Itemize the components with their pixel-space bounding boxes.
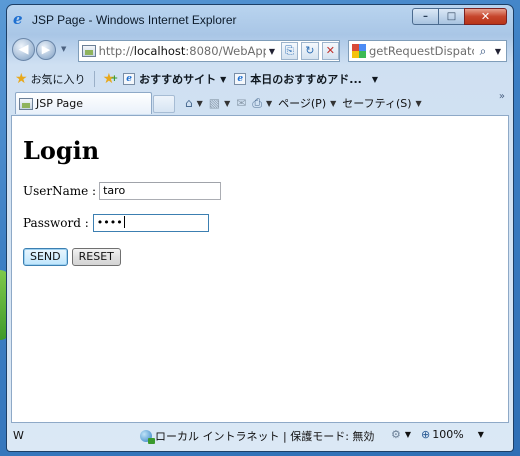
favorites-label: お気に入り xyxy=(30,73,86,86)
ie-page-icon: e xyxy=(234,73,247,85)
chevron-down-icon: ▼ xyxy=(220,74,227,84)
intranet-globe-icon xyxy=(140,430,155,444)
read-mail-button[interactable]: ✉ xyxy=(236,96,246,110)
title-bar[interactable]: e JSP Page - Windows Internet Explorer –… xyxy=(7,5,513,33)
security-zone[interactable]: ローカル イントラネット | 保護モード: 無効 xyxy=(140,428,374,444)
chevron-down-icon: ▼ xyxy=(477,430,484,439)
safety-menu-label: セーフティ(S) xyxy=(342,97,412,110)
chevron-down-icon: ▼ xyxy=(330,98,337,108)
search-icon[interactable]: ⌕ xyxy=(474,44,492,59)
password-mask: •••• xyxy=(96,216,123,229)
ie-page-icon: e xyxy=(123,73,136,85)
username-row: UserName : taro xyxy=(23,182,222,200)
tab-command-row: JSP Page ⌂ ▼ ▧ ▼ ✉ ⎙ ▼ ページ(P) ▼ セーフティ(S) ▼ » xyxy=(7,91,513,115)
chevron-down-icon[interactable]: ▼ xyxy=(197,99,203,108)
window-controls: – □ ✕ xyxy=(412,8,507,25)
separator xyxy=(93,71,95,87)
chevron-down-icon[interactable]: ▼ xyxy=(266,99,272,108)
form-buttons: SEND RESET xyxy=(23,248,125,266)
page-icon xyxy=(19,97,33,110)
status-text: W xyxy=(13,429,24,442)
home-button[interactable]: ⌂ ▼ xyxy=(185,96,203,110)
refresh-icon[interactable]: ↻ xyxy=(301,42,319,60)
status-right: ⚙ ▼ ⊕ 100% ▼ xyxy=(391,428,484,441)
page-content: Login UserName : taro Password : •••• SE… xyxy=(11,115,509,423)
tab-jsp-page[interactable]: JSP Page xyxy=(15,92,152,114)
window-title: JSP Page - Windows Internet Explorer xyxy=(32,13,237,27)
search-options-dropdown-icon[interactable]: ▼ xyxy=(492,47,504,56)
print-icon: ⎙ xyxy=(252,95,262,110)
address-dropdown-icon[interactable]: ▼ xyxy=(266,47,278,56)
feeds-button[interactable]: ▧ ▼ xyxy=(209,96,231,110)
zoom-control[interactable]: ⊕ 100% ▼ xyxy=(421,428,484,441)
browser-window: e JSP Page - Windows Internet Explorer –… xyxy=(6,4,514,452)
chevron-down-icon: ▼ xyxy=(371,74,378,84)
stop-icon[interactable]: ✕ xyxy=(321,42,340,60)
compatibility-view-icon[interactable]: ⎘ xyxy=(280,42,299,60)
command-bar: ⌂ ▼ ▧ ▼ ✉ ⎙ ▼ ページ(P) ▼ セーフティ(S) ▼ xyxy=(185,95,428,111)
back-button[interactable]: ◀ xyxy=(12,38,35,61)
tab-label: JSP Page xyxy=(36,97,83,110)
maximize-button[interactable]: □ xyxy=(438,8,464,25)
search-bar[interactable]: getRequestDispatcher ⌕ ▼ xyxy=(348,40,507,62)
suggested-sites-link[interactable]: e おすすめサイト ▼ xyxy=(123,71,226,87)
password-row: Password : •••• xyxy=(23,214,209,232)
web-slice-gallery-link[interactable]: e 本日のおすすめアド... ▼ xyxy=(234,71,378,87)
page-heading: Login xyxy=(23,136,100,165)
chevron-down-icon[interactable]: ▼ xyxy=(405,430,411,439)
suggested-sites-label: おすすめサイト xyxy=(139,73,217,86)
mail-icon: ✉ xyxy=(236,96,247,110)
page-menu[interactable]: ページ(P) ▼ xyxy=(278,95,336,111)
add-favorite-icon: ★ xyxy=(103,71,118,87)
search-provider-icon xyxy=(352,44,366,58)
favorites-star-icon: ★ xyxy=(15,71,28,87)
chevron-down-icon[interactable]: ▼ xyxy=(224,99,230,108)
new-tab-button[interactable] xyxy=(153,95,175,113)
address-row: ◀ ▶ ▼ http://localhost:8080/WebApplicati… xyxy=(7,35,513,65)
recent-pages-dropdown-icon[interactable]: ▼ xyxy=(61,45,66,53)
add-to-favorites-bar-button[interactable]: ★ xyxy=(103,71,118,87)
favorites-bar: ★ お気に入り ★ e おすすめサイト ▼ e 本日のおすすめアド... ▼ xyxy=(7,67,513,91)
minimize-button[interactable]: – xyxy=(412,8,438,25)
reset-button[interactable]: RESET xyxy=(71,248,121,266)
send-button[interactable]: SEND xyxy=(23,248,68,266)
chevron-down-icon: ▼ xyxy=(415,98,422,108)
forward-button[interactable]: ▶ xyxy=(36,40,56,60)
username-label: UserName : xyxy=(23,184,97,198)
more-commands-chevron-icon[interactable]: » xyxy=(499,91,505,102)
search-input[interactable]: getRequestDispatcher xyxy=(369,44,474,58)
password-field[interactable]: •••• xyxy=(92,214,209,232)
page-icon xyxy=(82,45,96,57)
zone-label: ローカル イントラネット | 保護モード: 無効 xyxy=(155,430,375,443)
address-bar[interactable]: http://localhost:8080/WebApplication ▼ ⎘… xyxy=(78,40,340,62)
safety-menu[interactable]: セーフティ(S) ▼ xyxy=(342,95,421,111)
text-caret xyxy=(123,216,125,228)
ie-logo-icon: e xyxy=(13,10,23,28)
rss-feed-icon: ▧ xyxy=(208,96,221,110)
web-slice-label: 本日のおすすめアド... xyxy=(250,73,362,86)
close-button[interactable]: ✕ xyxy=(464,8,507,25)
print-button[interactable]: ⎙ ▼ xyxy=(252,96,272,111)
page-menu-label: ページ(P) xyxy=(278,97,327,110)
favorites-button[interactable]: ★ お気に入り xyxy=(15,71,86,87)
address-input[interactable]: http://localhost:8080/WebApplication xyxy=(99,44,267,58)
protected-mode-settings-icon[interactable]: ⚙ xyxy=(391,428,401,441)
zoom-level: 100% xyxy=(432,428,464,441)
status-bar: W ローカル イントラネット | 保護モード: 無効 ⚙ ▼ ⊕ 100% ▼ xyxy=(11,425,509,447)
zoom-icon: ⊕ xyxy=(421,428,431,441)
password-label: Password : xyxy=(23,216,89,230)
username-field[interactable]: taro xyxy=(99,182,222,200)
home-icon: ⌂ xyxy=(185,96,193,110)
